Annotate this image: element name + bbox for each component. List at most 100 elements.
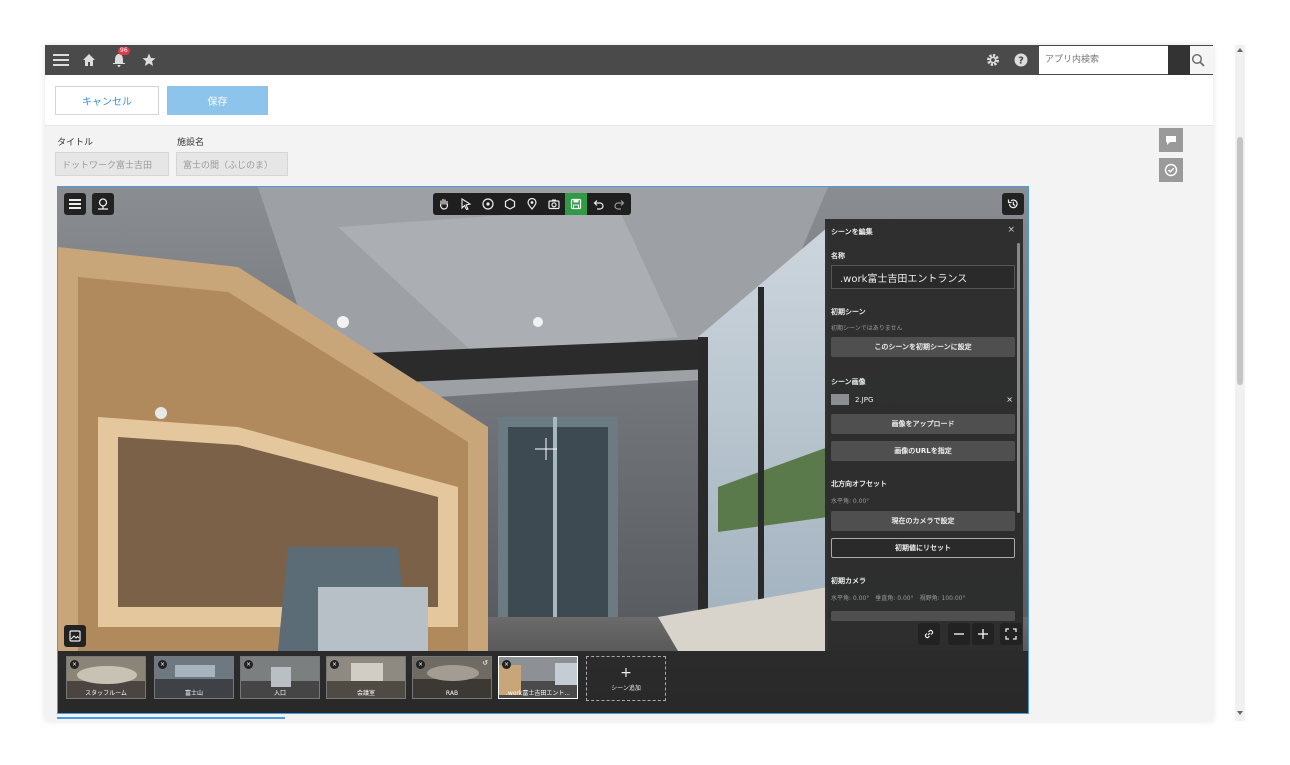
viewer-menu-button[interactable] [64, 193, 86, 215]
initial-camera-button[interactable] [831, 611, 1015, 621]
menu-icon [69, 199, 81, 209]
title-field[interactable]: ドットワーク富士吉田 [55, 152, 169, 176]
hexagon-icon [504, 198, 516, 210]
polygon-tool-button[interactable] [499, 193, 521, 215]
scene-label: .work富士吉田エント... [505, 690, 571, 697]
scene-label: 富士山 [184, 690, 203, 697]
panel-title: シーンを編集 [831, 228, 873, 236]
upload-image-button[interactable]: 画像をアップロード [831, 414, 1015, 434]
redo-button[interactable] [609, 193, 631, 215]
gallery-button[interactable] [64, 625, 86, 647]
delete-scene-icon[interactable]: × [70, 660, 79, 669]
scene-label: 会議室 [356, 690, 375, 697]
north-offset-label: 北方向オフセット [831, 480, 887, 488]
location-pin-icon [527, 198, 537, 210]
check-button[interactable] [1159, 158, 1183, 182]
star-icon[interactable] [139, 45, 159, 75]
delete-scene-icon[interactable]: × [158, 660, 167, 669]
fullscreen-icon [1005, 628, 1017, 640]
plus-icon [978, 629, 988, 639]
zoom-in-button[interactable] [972, 623, 994, 645]
history-button[interactable] [1002, 193, 1024, 215]
notification-badge: 96 [118, 47, 130, 55]
remove-image-icon[interactable]: × [1006, 395, 1013, 404]
undo-button[interactable] [587, 193, 609, 215]
delete-scene-icon[interactable]: × [330, 660, 339, 669]
home-icon[interactable] [79, 45, 99, 75]
set-camera-button[interactable]: 現在のカメラで設定 [831, 511, 1015, 531]
action-toolbar: キャンセル 保存 [45, 75, 1213, 126]
zoom-out-button[interactable] [948, 623, 970, 645]
minus-icon [954, 633, 964, 635]
reset-button[interactable]: 初期値にリセット [831, 538, 1015, 558]
fullscreen-button[interactable] [1000, 623, 1022, 645]
comment-button[interactable] [1159, 128, 1183, 152]
map-pin-button[interactable] [92, 193, 114, 215]
facility-field[interactable]: 富士の間（ふじのま） [176, 152, 288, 176]
progress-line [57, 717, 285, 719]
hand-tool-button[interactable] [433, 193, 455, 215]
cancel-button[interactable]: キャンセル [55, 86, 159, 115]
history-icon [1007, 199, 1018, 209]
save-scene-button[interactable] [565, 193, 587, 215]
scene-name-input[interactable]: .work富士吉田エントランス [831, 265, 1015, 289]
title-label: タイトル [57, 138, 94, 148]
scene-edit-panel: シーンを編集 × 名称 .work富士吉田エントランス 初期シーン 初期シーンで… [825, 219, 1023, 651]
add-scene-label: シーン追加 [611, 684, 641, 692]
scene-thumbnail[interactable]: × 会議室 [326, 656, 406, 699]
scene-thumbnail[interactable]: × 富士山 [154, 656, 234, 699]
viewer-tools [433, 193, 631, 215]
scene-label: スタッフルーム [85, 690, 127, 697]
scene-thumbnail[interactable]: × スタッフルーム [66, 656, 146, 699]
comment-icon [1166, 136, 1176, 145]
menu-icon[interactable] [51, 45, 71, 75]
facility-label: 施設名 [177, 138, 205, 148]
initial-camera-value: 水平角: 0.00° 垂直角: 0.00° 視野角: 100.00° [831, 595, 966, 602]
image-url-button[interactable]: 画像のURLを指定 [831, 441, 1015, 461]
north-offset-value: 水平角: 0.00° [831, 498, 870, 505]
initial-camera-label: 初期カメラ [831, 577, 866, 585]
gallery-icon [69, 630, 81, 642]
search-input[interactable] [1039, 46, 1183, 74]
pin-tool-button[interactable] [521, 193, 543, 215]
camera-icon [548, 199, 560, 210]
add-scene-button[interactable]: + シーン追加 [586, 656, 666, 701]
delete-scene-icon[interactable]: × [502, 660, 511, 669]
scroll-down-icon[interactable] [1236, 710, 1244, 716]
help-icon[interactable]: ? [1011, 45, 1031, 75]
scroll-up-icon[interactable] [1236, 47, 1244, 53]
check-circle-icon [1164, 163, 1178, 177]
top-nav: 96 ? [45, 45, 1213, 75]
panel-scrollbar[interactable] [1017, 243, 1020, 513]
redo-icon [614, 200, 625, 210]
delete-scene-icon[interactable]: × [244, 660, 253, 669]
image-filename: 2.JPG [855, 396, 874, 404]
undo-icon [593, 200, 604, 210]
page-scrollbar-thumb[interactable] [1237, 137, 1243, 385]
map-pin-icon [98, 198, 108, 210]
select-tool-button[interactable] [455, 193, 477, 215]
close-icon[interactable]: × [1007, 225, 1015, 235]
scene-label: RAB [445, 690, 459, 697]
scene-thumbnail[interactable]: × ↺ RAB [412, 656, 492, 699]
target-icon [482, 198, 494, 210]
set-initial-scene-button[interactable]: このシーンを初期シーンに設定 [831, 337, 1015, 357]
floppy-icon [570, 198, 582, 210]
point-tool-button[interactable] [477, 193, 499, 215]
scene-label: 入口 [273, 690, 286, 697]
search-icon [1191, 53, 1205, 67]
panorama-viewer[interactable]: シーンを編集 × 名称 .work富士吉田エントランス 初期シーン 初期シーンで… [57, 186, 1029, 714]
camera-tool-button[interactable] [543, 193, 565, 215]
initial-scene-status: 初期シーンではありません [831, 325, 903, 332]
link-button[interactable] [918, 623, 940, 645]
save-button[interactable]: 保存 [167, 86, 268, 115]
svg-text:?: ? [1018, 56, 1024, 67]
delete-scene-icon[interactable]: × [416, 660, 425, 669]
scene-thumbnail-selected[interactable]: × .work富士吉田エント... [498, 656, 578, 699]
gear-icon[interactable] [983, 45, 1003, 75]
plus-icon: + [620, 664, 632, 681]
scene-thumbnail[interactable]: × 入口 [240, 656, 320, 699]
hand-icon [440, 198, 449, 210]
cursor-icon [461, 198, 472, 210]
image-thumbnail [831, 394, 849, 405]
